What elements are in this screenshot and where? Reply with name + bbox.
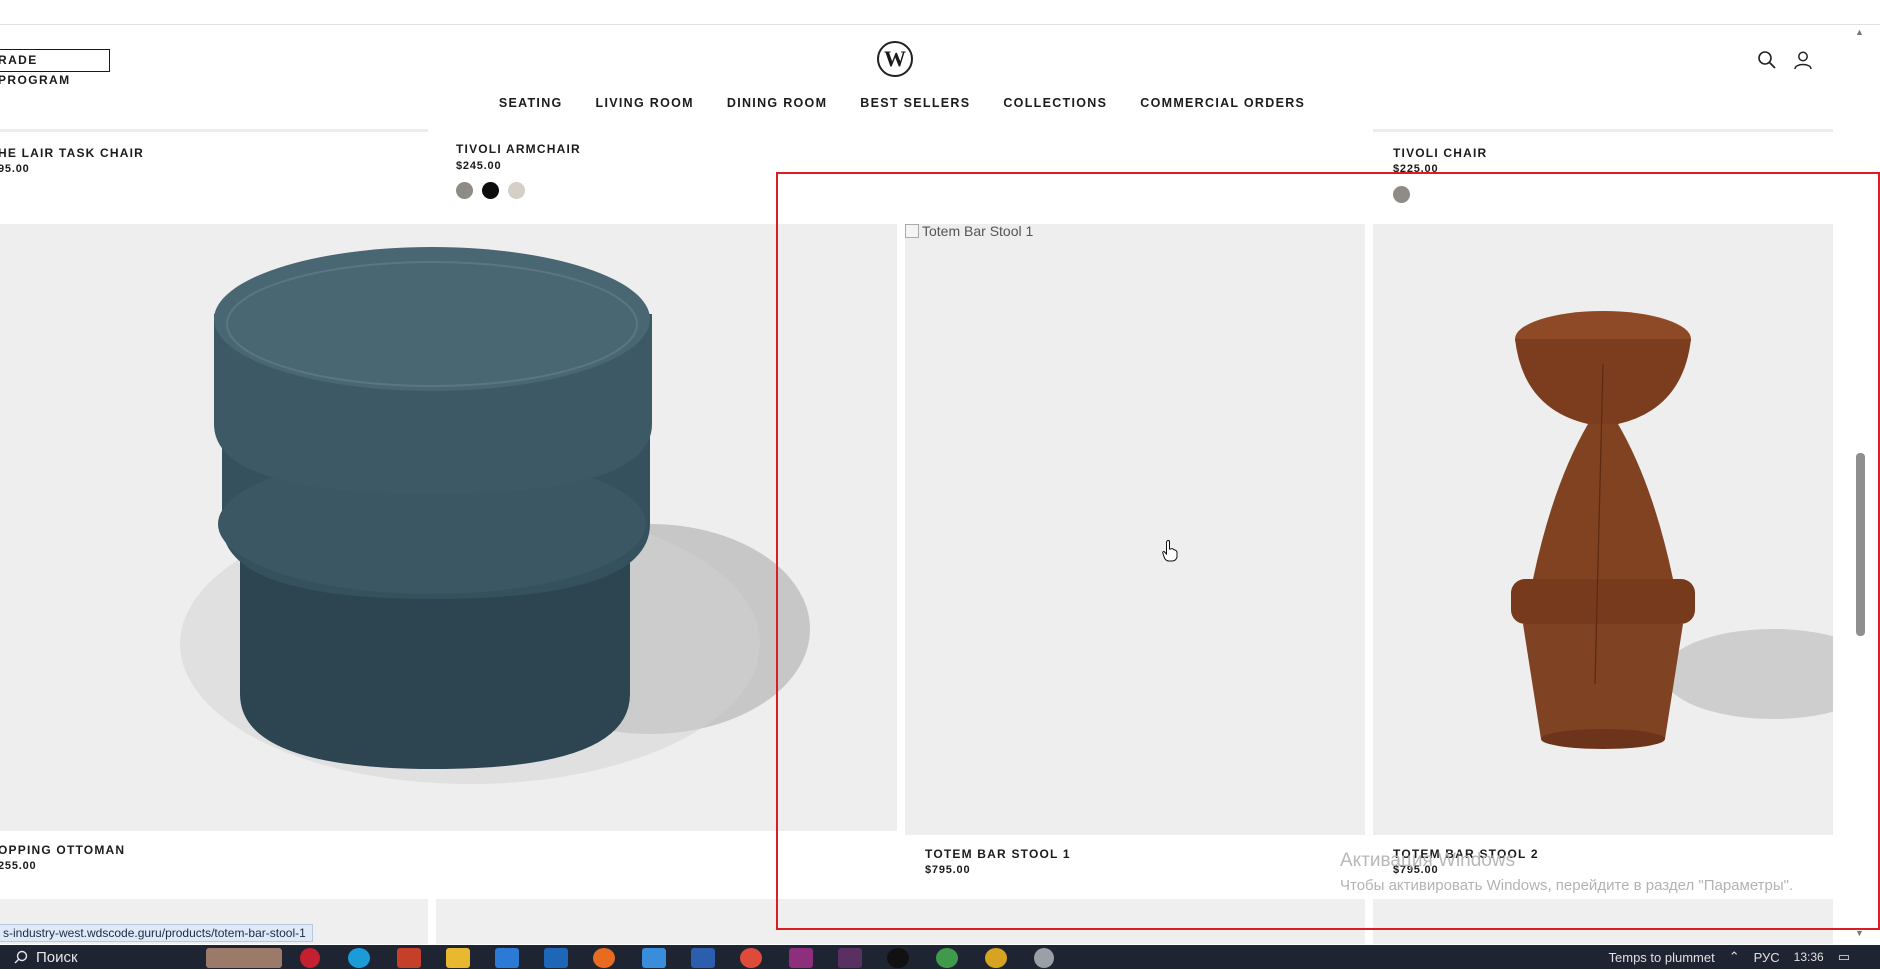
status-bar-url: s-industry-west.wdscode.guru/products/to… — [0, 924, 313, 942]
store-icon[interactable] — [495, 948, 519, 968]
product-name[interactable]: HE LAIR TASK CHAIR — [0, 146, 144, 160]
product-price: $795.00 — [925, 864, 971, 876]
nav-dining-room[interactable]: DINING ROOM — [727, 96, 827, 110]
account-icon[interactable] — [1793, 50, 1813, 70]
settings-icon[interactable] — [1034, 948, 1054, 968]
product-price: $245.00 — [456, 160, 502, 172]
hand-cursor-icon — [1162, 540, 1178, 562]
broken-image-icon — [905, 224, 919, 238]
word-icon[interactable] — [691, 948, 715, 968]
product-card-next-row[interactable] — [1373, 899, 1833, 944]
upwork-icon[interactable] — [887, 948, 909, 968]
search-highlight-image[interactable] — [206, 948, 282, 968]
nav-collections[interactable]: COLLECTIONS — [1003, 96, 1107, 110]
scrollbar-thumb[interactable] — [1856, 453, 1865, 636]
search-icon[interactable] — [1757, 50, 1777, 70]
app-icon[interactable] — [642, 948, 666, 968]
scroll-down-arrow-icon[interactable]: ▼ — [1855, 928, 1864, 938]
windows-activation-text: Чтобы активировать Windows, перейдите в … — [1340, 877, 1794, 894]
notification-icon[interactable]: ▭ — [1838, 949, 1850, 965]
weather-widget[interactable]: Temps to plummet — [1609, 950, 1715, 965]
color-swatch-beige[interactable] — [508, 182, 525, 199]
stool-image — [1511, 311, 1880, 749]
taskbar-clock[interactable]: 13:36 — [1794, 951, 1824, 963]
card-bottom-edge — [1373, 129, 1833, 132]
product-card-totem-stool-2[interactable] — [1373, 224, 1880, 835]
color-swatch-gray[interactable] — [1393, 186, 1410, 203]
color-swatch-black[interactable] — [482, 182, 499, 199]
scroll-up-arrow-icon[interactable]: ▲ — [1855, 27, 1864, 37]
ottoman-image — [180, 247, 810, 784]
color-swatch-gray[interactable] — [456, 182, 473, 199]
firefox-icon[interactable] — [593, 948, 615, 968]
opera-icon[interactable] — [300, 948, 320, 968]
winrar-icon[interactable] — [789, 948, 813, 968]
language-indicator[interactable]: РУС — [1754, 950, 1780, 965]
windows-activation-title: Активация Windows — [1340, 850, 1516, 871]
mail-icon[interactable] — [544, 948, 568, 968]
product-card-next-row[interactable] — [436, 899, 1365, 944]
files-icon[interactable] — [446, 948, 470, 968]
chevron-up-icon[interactable]: ⌃ — [1729, 949, 1740, 965]
card-bottom-edge — [0, 129, 428, 132]
chrome-icon[interactable] — [740, 948, 762, 968]
system-tray: Temps to plummet ⌃ РУС 13:36 ▭ — [1609, 945, 1880, 969]
trade-program-button[interactable]: RADE PROGRAM — [0, 49, 110, 87]
nav-commercial-orders[interactable]: COMMERCIAL ORDERS — [1140, 96, 1305, 110]
edge-icon[interactable] — [348, 948, 370, 968]
nav-living-room[interactable]: LIVING ROOM — [596, 96, 694, 110]
product-name[interactable]: OPPING OTTOMAN — [0, 843, 125, 857]
product-price: $225.00 — [1393, 163, 1439, 175]
image-alt-text: Totem Bar Stool 1 — [922, 223, 1034, 239]
taskbar-search[interactable]: Поиск — [0, 945, 200, 969]
browser-top-strip — [0, 0, 1880, 25]
logo-letter: W — [884, 46, 906, 71]
chrome-icon[interactable] — [936, 948, 958, 968]
nav-seating[interactable]: SEATING — [499, 96, 563, 110]
main-navigation: SEATING LIVING ROOM DINING ROOM BEST SEL… — [0, 96, 1880, 110]
brand-logo[interactable]: W — [877, 41, 913, 77]
nav-best-sellers[interactable]: BEST SELLERS — [860, 96, 970, 110]
windows-taskbar: Поиск Temps to plummet ⌃ РУС 13:36 ▭ — [0, 945, 1880, 969]
product-card-ottoman[interactable] — [0, 224, 897, 831]
product-name[interactable]: TOTEM BAR STOOL 1 — [925, 847, 1071, 861]
slack-icon[interactable] — [838, 948, 862, 968]
product-price: 255.00 — [0, 860, 37, 872]
taskbar-search-label: Поиск — [36, 948, 78, 966]
product-card-totem-stool-1[interactable] — [905, 224, 1365, 835]
product-price: 95.00 — [0, 163, 30, 175]
chrome-icon[interactable] — [985, 948, 1007, 968]
product-name[interactable]: TIVOLI CHAIR — [1393, 146, 1487, 160]
broken-product-image: Totem Bar Stool 1 — [905, 223, 1033, 239]
search-icon — [14, 950, 28, 964]
powerpoint-icon[interactable] — [397, 948, 421, 968]
product-name[interactable]: TIVOLI ARMCHAIR — [456, 142, 581, 156]
